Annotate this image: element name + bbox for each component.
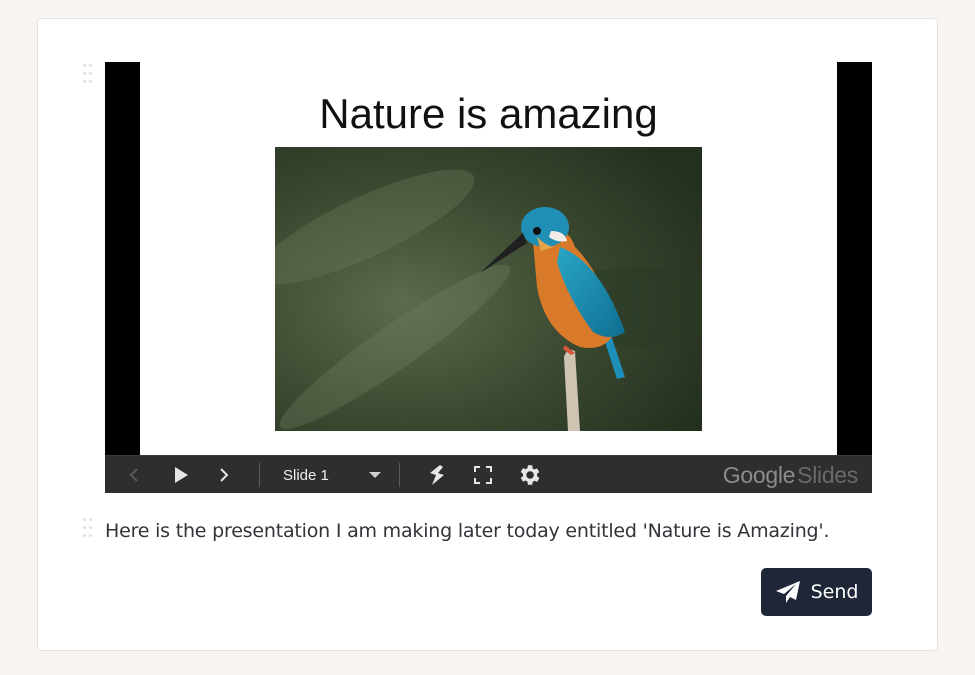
drag-handle-caption[interactable]: [83, 518, 95, 542]
slide-selector-label: Slide 1: [283, 466, 329, 484]
gear-icon[interactable]: [514, 456, 544, 494]
play-icon[interactable]: [169, 456, 193, 494]
send-button[interactable]: Send: [761, 568, 872, 616]
paper-plane-icon: [775, 581, 800, 603]
fullscreen-icon[interactable]: [471, 456, 495, 494]
chevron-right-icon[interactable]: [213, 456, 235, 494]
chevron-left-icon[interactable]: [123, 456, 145, 494]
kingfisher-photo: [275, 147, 702, 431]
slides-controls-bar: Slide 1 Google Slides: [105, 455, 872, 493]
controls-divider: [259, 463, 260, 487]
slide-selector[interactable]: Slide 1: [283, 456, 381, 494]
caption-text: Here is the presentation I am making lat…: [105, 520, 830, 542]
controls-divider: [399, 463, 400, 487]
laser-pointer-icon[interactable]: [425, 456, 449, 494]
slide-title: Nature is amazing: [319, 90, 658, 137]
drag-handle-embed[interactable]: [83, 64, 95, 88]
google-slides-embed: Nature is amazing Slide 1 Google Slides: [105, 62, 872, 493]
slide-canvas[interactable]: Nature is amazing: [140, 62, 837, 455]
google-slides-logo[interactable]: Google Slides: [723, 456, 859, 494]
caret-down-icon: [368, 472, 381, 478]
send-button-label: Send: [810, 581, 859, 603]
